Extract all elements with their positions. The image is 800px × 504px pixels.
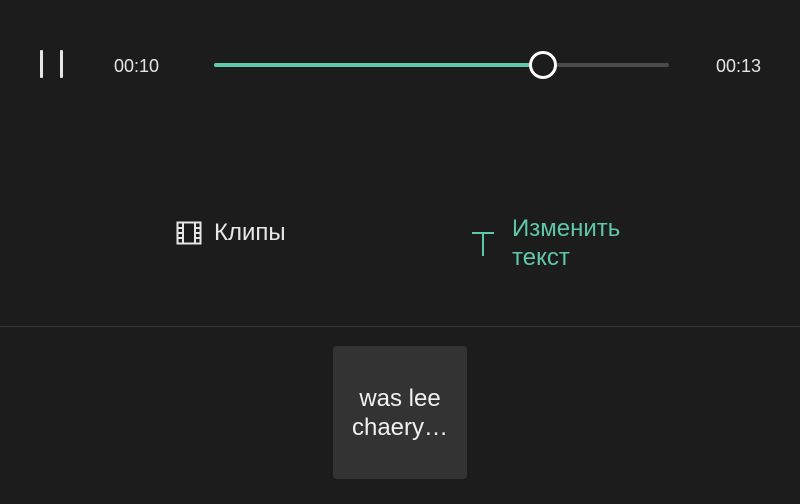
text-clip-card[interactable]: was lee chaery… <box>333 346 467 479</box>
video-editor-panel: 00:10 00:13 Клипы Изменить текст was lee… <box>0 0 800 504</box>
edit-text-label-line1: Изменить <box>512 215 621 242</box>
text-icon <box>470 229 496 257</box>
seek-thumb[interactable] <box>528 51 557 79</box>
seek-progress <box>214 63 542 67</box>
pause-icon <box>40 50 43 78</box>
edit-text-label-line2: текст <box>512 244 570 271</box>
edit-text-button[interactable]: Изменить текст <box>470 214 642 272</box>
divider <box>0 326 800 327</box>
clips-button[interactable]: Клипы <box>176 218 286 248</box>
total-time: 00:13 <box>716 56 762 76</box>
seek-bar[interactable] <box>214 51 669 79</box>
clip-text-line2: chaery… <box>351 413 449 441</box>
clip-text: was lee chaery… <box>345 384 455 442</box>
pause-button[interactable] <box>34 48 70 82</box>
clip-text-line1: was lee <box>359 384 441 412</box>
film-icon <box>176 221 202 245</box>
current-time: 00:10 <box>114 56 160 76</box>
clips-label: Клипы <box>214 219 286 246</box>
edit-text-label: Изменить текст <box>512 214 642 272</box>
